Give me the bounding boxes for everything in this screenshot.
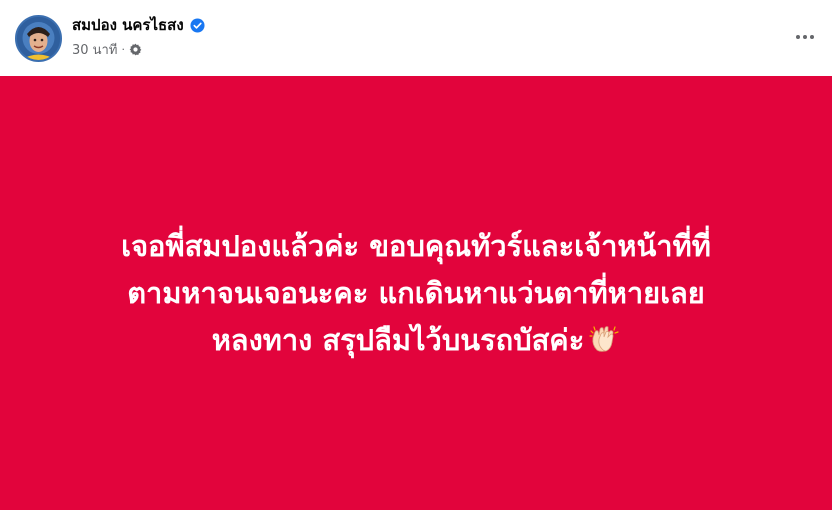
status-line-2: ตามหาจนเจอนะคะ แกเดินหาแว่นตาที่หายเลย: [127, 275, 705, 310]
status-line-3-wrap: หลงทาง สรุปลืมไว้บนรถบัสค่ะ: [121, 317, 711, 364]
clapping-hands-icon: [588, 322, 620, 354]
facebook-post: สมปอง นครไธสง 30 นาที · เจอพี่สมปองแล้วค…: [0, 0, 832, 510]
avatar[interactable]: [15, 15, 62, 62]
post-time[interactable]: 30 นาที: [72, 39, 117, 60]
meta-separator: ·: [121, 43, 125, 56]
status-line-1: เจอพี่สมปองแล้วค่ะ ขอบคุณทัวร์และเจ้าหน้…: [121, 228, 711, 263]
status-line-3: หลงทาง สรุปลืมไว้บนรถบัสค่ะ: [211, 322, 585, 357]
status-text: เจอพี่สมปองแล้วค่ะ ขอบคุณทัวร์และเจ้าหน้…: [121, 223, 711, 364]
author-name[interactable]: สมปอง นครไธสง: [72, 13, 184, 37]
post-meta: 30 นาที ·: [72, 39, 142, 60]
gear-icon[interactable]: [129, 43, 142, 56]
verified-badge-icon: [190, 17, 205, 33]
more-options-button[interactable]: [792, 24, 818, 50]
more-horizontal-icon: [796, 35, 800, 39]
author-row: สมปอง นครไธสง: [72, 13, 205, 37]
post-header: สมปอง นครไธสง 30 นาที ·: [0, 0, 832, 76]
colored-status-background: เจอพี่สมปองแล้วค่ะ ขอบคุณทัวร์และเจ้าหน้…: [0, 76, 832, 510]
